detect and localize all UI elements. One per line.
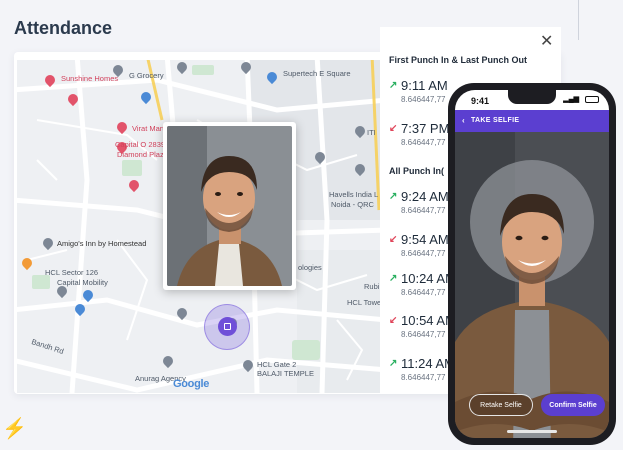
punch-out-arrow-icon: ↙ <box>389 315 398 326</box>
selfie-photo <box>167 126 292 286</box>
phone-status-bar: 9:41 ▂▄▆ <box>455 90 609 110</box>
punch-time: 9:24 AM <box>401 189 449 204</box>
close-icon[interactable]: ✕ <box>540 31 553 51</box>
signal-icon: ▂▄▆ <box>563 96 579 103</box>
punch-out-arrow-icon: ↙ <box>389 123 398 134</box>
map-place-label[interactable]: Havells India L <box>329 190 378 199</box>
first-last-punch-title: First Punch In & Last Punch Out <box>389 55 528 65</box>
brand-logo-icon: ⚡ <box>2 418 27 440</box>
phone-screen: 9:41 ▂▄▆ ‹ TAKE SELFIE Retake Selfie Con… <box>455 90 609 438</box>
punch-coordinates: 8.646447,77 <box>401 288 446 297</box>
map-place-label[interactable]: Noida - QRC <box>331 200 374 209</box>
google-attribution: Google <box>173 378 209 390</box>
location-marker-icon[interactable] <box>218 317 237 336</box>
map-place-label[interactable]: Amigo's Inn by Homestead <box>57 239 146 248</box>
punch-time: 7:37 PM <box>401 121 450 136</box>
home-indicator <box>507 430 557 433</box>
status-time: 9:41 <box>471 96 490 106</box>
punch-coordinates: 8.646447,77 <box>401 373 446 382</box>
app-bar: ‹ TAKE SELFIE <box>455 110 609 132</box>
map-place-label[interactable]: Capital O 28393 <box>115 140 169 149</box>
map-place-label[interactable]: HCL Sector 126 <box>45 268 98 277</box>
all-punch-title: All Punch In( <box>389 166 444 176</box>
page-title: Attendance <box>14 18 113 38</box>
map-place-label[interactable]: Sunshine Homes <box>61 74 118 83</box>
punch-coordinates: 8.646447,77 <box>401 330 446 339</box>
battery-icon <box>585 96 599 103</box>
punch-time: 9:11 AM <box>401 78 448 93</box>
map-place-label[interactable]: HCL Tower 3 <box>347 298 380 307</box>
map-place-label[interactable]: BALAJI TEMPLE <box>257 369 314 378</box>
punch-time: 9:54 AM <box>401 232 449 247</box>
retake-selfie-button[interactable]: Retake Selfie <box>469 394 533 416</box>
map-place-label[interactable]: ologies <box>298 263 322 272</box>
map-place-label[interactable]: ITI <box>367 128 376 137</box>
phone-notch <box>508 90 556 104</box>
map-place-label[interactable]: HCL Gate 2 <box>257 360 296 369</box>
map-place-label[interactable]: G Grocery <box>129 71 164 80</box>
punch-in-arrow-icon: ↗ <box>389 273 398 284</box>
map-place-label[interactable]: Rubi <box>364 282 379 291</box>
confirm-selfie-button[interactable]: Confirm Selfie <box>541 394 605 416</box>
map-place-label[interactable]: Diamond Plaza <box>117 150 168 159</box>
google-logo-text: Google <box>173 378 210 390</box>
punch-in-arrow-icon: ↗ <box>389 358 398 369</box>
punch-in-arrow-icon: ↗ <box>389 191 398 202</box>
punch-coordinates: 8.646447,77 <box>401 206 446 215</box>
punch-out-arrow-icon: ↙ <box>389 234 398 245</box>
punch-time: 11:24 AM <box>401 356 455 371</box>
punch-coordinates: 8.646447,77 <box>401 138 446 147</box>
back-arrow-icon[interactable]: ‹ <box>462 116 465 125</box>
frame-divider <box>578 0 579 40</box>
map-place-label[interactable]: Supertech E Square <box>283 69 351 78</box>
map-place-label[interactable]: Virat Mart <box>132 124 164 133</box>
selfie-photo-card[interactable] <box>163 122 296 290</box>
punch-coordinates: 8.646447,77 <box>401 249 446 258</box>
punch-in-arrow-icon: ↗ <box>389 80 398 91</box>
selfie-preview <box>455 132 609 438</box>
app-bar-title: TAKE SELFIE <box>471 117 520 124</box>
phone-mockup: 9:41 ▂▄▆ ‹ TAKE SELFIE Retake Selfie Con… <box>448 83 616 445</box>
punch-coordinates: 8.646447,77 <box>401 95 446 104</box>
